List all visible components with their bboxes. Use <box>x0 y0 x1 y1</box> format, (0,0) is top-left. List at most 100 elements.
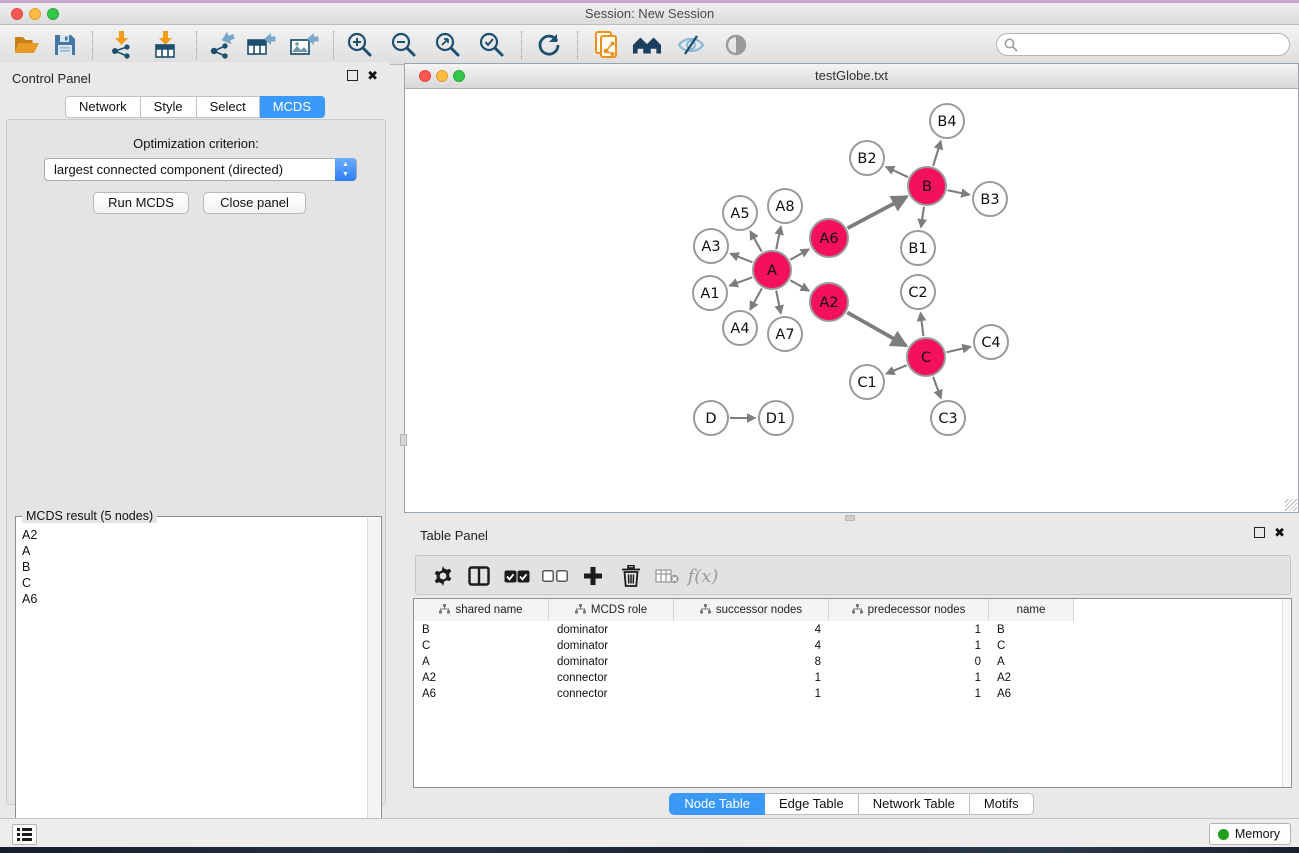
refresh-icon[interactable] <box>534 31 564 59</box>
zoom-traffic-light[interactable] <box>47 8 59 20</box>
toggle-columns-icon[interactable] <box>464 561 494 591</box>
close-traffic-light[interactable] <box>11 8 23 20</box>
table-panel-drag-handle[interactable] <box>845 515 855 521</box>
cell-predecessor-nodes[interactable]: 1 <box>829 622 989 638</box>
tab-select[interactable]: Select <box>197 96 260 118</box>
table-row[interactable]: Adominator80A <box>414 654 1291 670</box>
cell-MCDS-role[interactable]: dominator <box>549 654 674 670</box>
network-zoom-traffic-light[interactable] <box>453 70 465 82</box>
mcds-result-item[interactable]: B <box>18 559 366 575</box>
cell-successor-nodes[interactable]: 1 <box>674 670 829 686</box>
cell-MCDS-role[interactable]: dominator <box>549 622 674 638</box>
import-network-icon[interactable] <box>106 31 136 59</box>
cell-predecessor-nodes[interactable]: 1 <box>829 638 989 654</box>
zoom-out-icon[interactable] <box>389 31 419 59</box>
column-header-predecessor-nodes[interactable]: predecessor nodes <box>829 599 989 621</box>
close-table-panel-icon[interactable]: ✖ <box>1274 527 1285 538</box>
export-image-icon[interactable] <box>289 31 319 59</box>
tab-mcds[interactable]: MCDS <box>260 96 325 118</box>
table-row[interactable]: Cdominator41C <box>414 638 1291 654</box>
column-header-MCDS-role[interactable]: MCDS role <box>549 599 674 621</box>
zoom-selected-icon[interactable] <box>477 31 507 59</box>
control-panel-tabs: NetworkStyleSelectMCDS <box>0 96 390 118</box>
zoom-fit-icon[interactable] <box>433 31 463 59</box>
search-input[interactable] <box>1023 35 1283 54</box>
network-window-titlebar[interactable]: testGlobe.txt <box>405 64 1298 89</box>
table-row[interactable]: Bdominator41B <box>414 622 1291 638</box>
panel-divider-handle[interactable] <box>400 434 407 446</box>
cell-successor-nodes[interactable]: 4 <box>674 638 829 654</box>
cell-predecessor-nodes[interactable]: 0 <box>829 654 989 670</box>
network-graph: B4B2BB3A8A5A6A3B1AA1C2A2A4A7C4CC1C3DD1 <box>405 89 1298 512</box>
export-table-icon[interactable] <box>246 31 276 59</box>
minimize-traffic-light[interactable] <box>29 8 41 20</box>
zoom-in-icon[interactable] <box>345 31 375 59</box>
cell-shared-name[interactable]: A2 <box>414 670 549 686</box>
column-header-name[interactable]: name <box>989 599 1074 621</box>
mcds-result-item[interactable]: A2 <box>18 527 366 543</box>
mcds-result-scrollbar[interactable] <box>367 518 380 853</box>
create-column-icon[interactable] <box>578 561 608 591</box>
cell-name[interactable]: B <box>989 622 1074 638</box>
open-file-icon[interactable] <box>12 31 42 59</box>
show-panels-icon[interactable] <box>721 31 751 59</box>
cell-shared-name[interactable]: C <box>414 638 549 654</box>
cell-name[interactable]: A2 <box>989 670 1074 686</box>
tab-style[interactable]: Style <box>141 96 197 118</box>
delete-column-icon[interactable] <box>616 561 646 591</box>
cell-shared-name[interactable]: A <box>414 654 549 670</box>
tab-network-table[interactable]: Network Table <box>859 793 970 815</box>
cell-shared-name[interactable]: A6 <box>414 686 549 702</box>
cell-successor-nodes[interactable]: 8 <box>674 654 829 670</box>
cell-predecessor-nodes[interactable]: 1 <box>829 670 989 686</box>
export-network-icon[interactable] <box>206 31 236 59</box>
tab-edge-table[interactable]: Edge Table <box>765 793 859 815</box>
float-table-panel-icon[interactable] <box>1254 527 1265 538</box>
task-history-button[interactable] <box>12 824 37 845</box>
cell-name[interactable]: C <box>989 638 1074 654</box>
node-table[interactable]: shared nameMCDS rolesuccessor nodesprede… <box>413 598 1292 788</box>
cell-shared-name[interactable]: B <box>414 622 549 638</box>
cell-name[interactable]: A6 <box>989 686 1074 702</box>
mcds-result-item[interactable]: A6 <box>18 591 366 607</box>
cell-successor-nodes[interactable]: 1 <box>674 686 829 702</box>
cell-successor-nodes[interactable]: 4 <box>674 622 829 638</box>
select-all-columns-icon[interactable] <box>502 561 532 591</box>
window-resize-grip[interactable] <box>1285 499 1297 511</box>
network-canvas[interactable]: B4B2BB3A8A5A6A3B1AA1C2A2A4A7C4CC1C3DD1 <box>405 89 1298 512</box>
column-header-shared-name[interactable]: shared name <box>414 599 549 621</box>
cell-MCDS-role[interactable]: connector <box>549 686 674 702</box>
tab-network[interactable]: Network <box>65 96 141 118</box>
close-panel-button[interactable]: Close panel <box>203 192 306 214</box>
close-panel-icon[interactable]: ✖ <box>367 70 378 81</box>
control-panel: Control Panel ✖ NetworkStyleSelectMCDS O… <box>0 62 390 821</box>
float-panel-icon[interactable] <box>347 70 358 81</box>
mcds-result-item[interactable]: C <box>18 575 366 591</box>
settings-gear-icon[interactable] <box>428 561 458 591</box>
table-row[interactable]: A6connector11A6 <box>414 686 1291 702</box>
cell-name[interactable]: A <box>989 654 1074 670</box>
tab-node-table[interactable]: Node Table <box>669 793 765 815</box>
cell-MCDS-role[interactable]: connector <box>549 670 674 686</box>
network-minimize-traffic-light[interactable] <box>436 70 448 82</box>
cell-predecessor-nodes[interactable]: 1 <box>829 686 989 702</box>
memory-button[interactable]: Memory <box>1209 823 1291 845</box>
cell-MCDS-role[interactable]: dominator <box>549 638 674 654</box>
home-icon[interactable] <box>632 31 662 59</box>
hide-panels-icon[interactable] <box>676 31 706 59</box>
criterion-select[interactable]: largest connected component (directed) ▲… <box>44 158 357 181</box>
select-stepper-icon: ▲▼ <box>335 158 356 181</box>
node-table-scrollbar[interactable] <box>1282 599 1291 787</box>
import-table-icon[interactable] <box>150 31 180 59</box>
svg-text:B3: B3 <box>980 192 999 208</box>
duplicate-network-icon[interactable] <box>592 31 622 59</box>
search-field[interactable] <box>996 33 1290 56</box>
column-header-successor-nodes[interactable]: successor nodes <box>674 599 829 621</box>
run-mcds-button[interactable]: Run MCDS <box>93 192 189 214</box>
mcds-result-item[interactable]: A <box>18 543 366 559</box>
save-session-icon[interactable] <box>50 31 80 59</box>
network-close-traffic-light[interactable] <box>419 70 431 82</box>
table-row[interactable]: A2connector11A2 <box>414 670 1291 686</box>
deselect-all-columns-icon[interactable] <box>540 561 570 591</box>
tab-motifs[interactable]: Motifs <box>970 793 1034 815</box>
